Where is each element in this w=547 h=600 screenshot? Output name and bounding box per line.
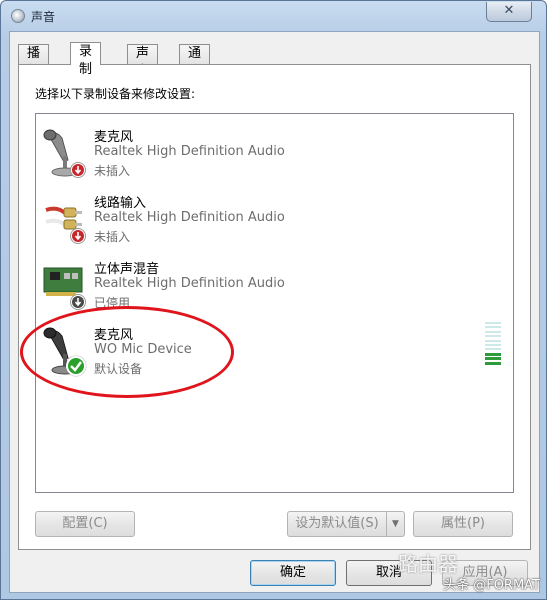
device-item[interactable]: 线路输入 Realtek High Definition Audio 未插入 [36, 186, 513, 252]
ok-button[interactable]: 确定 [250, 560, 336, 586]
device-driver: Realtek High Definition Audio [94, 210, 285, 225]
tab-playback[interactable]: 播放 [18, 44, 50, 79]
input-level-meter [485, 322, 501, 366]
window-title: 声音 [31, 10, 56, 24]
level-bar [485, 322, 501, 324]
properties-button[interactable]: 属性(P) [413, 511, 513, 537]
device-name: 线路输入 [94, 196, 147, 211]
device-name: 麦克风 [94, 328, 134, 343]
set-default-button[interactable]: 设为默认值(S) ▼ [287, 511, 405, 537]
device-name: 立体声混音 [94, 262, 160, 277]
recording-device-list: 麦克风 Realtek High Definition Audio 未插入 线路… [20, 113, 514, 493]
level-bar [485, 357, 501, 361]
configure-button[interactable]: 配置(C) [35, 511, 135, 537]
level-bar [485, 344, 501, 346]
level-bar [485, 326, 501, 329]
set-default-label: 设为默认值(S) [295, 516, 379, 531]
sound-dialog-window: 声音 ✕ 播放 录制 声音 通信 选择以下录制设备来修改设置: [0, 0, 547, 600]
device-status: 已停用 [94, 296, 131, 310]
device-status: 未插入 [94, 164, 131, 178]
tab-sounds[interactable]: 声音 [127, 44, 159, 79]
device-name: 麦克风 [94, 130, 134, 145]
disabled-badge-icon [70, 294, 86, 310]
device-driver: Realtek High Definition Audio [94, 144, 285, 159]
device-driver: WO Mic Device [94, 342, 192, 357]
device-item-default[interactable]: 麦克风 WO Mic Device 默认设备 [36, 318, 513, 384]
device-item[interactable]: 立体声混音 Realtek High Definition Audio 已停用 [36, 252, 513, 318]
level-bar [485, 348, 501, 351]
unplugged-badge-icon [70, 228, 86, 244]
level-bar [485, 352, 501, 356]
instruction-text: 选择以下录制设备来修改设置: [35, 87, 196, 101]
recording-tab-panel: 选择以下录制设备来修改设置: 麦克风 Realtek High Definiti… [18, 64, 531, 550]
speaker-icon [11, 9, 25, 23]
close-button[interactable]: ✕ [486, 2, 532, 22]
device-driver: Realtek High Definition Audio [94, 276, 285, 291]
title-bar[interactable]: 声音 ✕ [1, 1, 546, 31]
watermark-logo: 路由器 [398, 552, 458, 576]
tab-communications[interactable]: 通信 [179, 44, 211, 79]
dialog-client-area: 播放 录制 声音 通信 选择以下录制设备来修改设置: [9, 31, 540, 593]
level-bar [485, 339, 501, 342]
tab-recording[interactable]: 录制 [70, 42, 102, 77]
watermark-text: 头条 @FORMAT [443, 578, 540, 593]
level-bar [485, 361, 501, 365]
level-bar [485, 335, 501, 338]
default-check-icon [66, 356, 86, 376]
device-item[interactable]: 麦克风 Realtek High Definition Audio 未插入 [36, 120, 513, 186]
chevron-down-icon[interactable]: ▼ [386, 512, 404, 536]
device-status: 默认设备 [94, 362, 143, 376]
device-status: 未插入 [94, 230, 131, 244]
level-bar [485, 330, 501, 333]
unplugged-badge-icon [70, 162, 86, 178]
